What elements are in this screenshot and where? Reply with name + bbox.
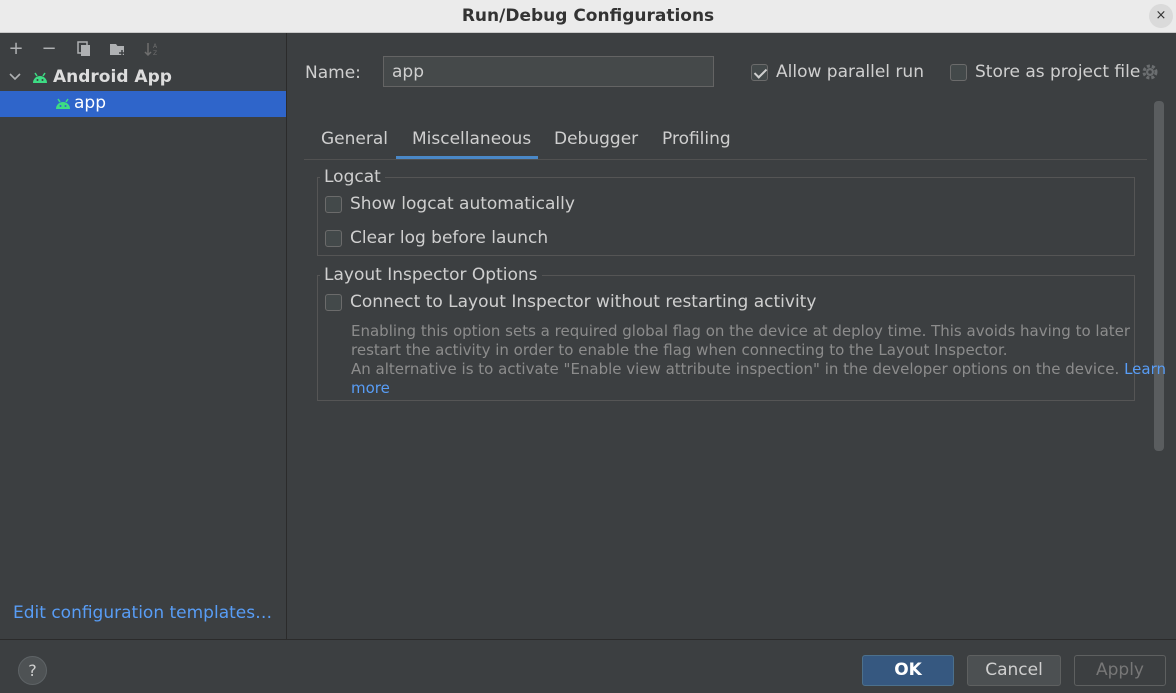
add-icon: + [8,38,24,59]
allow-parallel-run-checkbox[interactable] [751,64,768,81]
connect-layout-inspector-checkbox[interactable] [325,294,342,311]
configuration-editor: Name: Allow parallel run Store as projec… [288,33,1176,639]
copy-icon [77,41,90,56]
store-as-project-file-checkbox[interactable] [950,64,967,81]
allow-parallel-run-label[interactable]: Allow parallel run [776,62,924,82]
cancel-button[interactable]: Cancel [967,655,1061,686]
show-logcat-label[interactable]: Show logcat automatically [350,194,575,214]
gear-icon[interactable] [1141,63,1159,81]
sort-icon: A Z [144,43,158,57]
android-icon [56,98,70,109]
title-bar: Run/Debug Configurations × [0,0,1176,33]
dialog-footer: ? OK Cancel Apply [0,639,1176,693]
chevron-down-icon[interactable] [8,68,22,86]
learn-more-link[interactable]: Learn [1124,360,1166,378]
name-label: Name: [305,63,361,83]
tab-bar: General Miscellaneous Debugger Profiling [304,121,1147,160]
configurations-sidebar: + − A Z Android App app Edit configurati… [0,33,287,639]
tab-miscellaneous[interactable]: Miscellaneous [412,129,531,149]
learn-more-link-continued[interactable]: more [351,379,1131,398]
tree-item-app[interactable]: app [0,91,286,117]
sort-configurations-button[interactable]: A Z [141,37,163,61]
tree-group-android-app[interactable]: Android App [0,65,286,91]
tab-general[interactable]: General [321,129,388,149]
connect-layout-inspector-label[interactable]: Connect to Layout Inspector without rest… [350,292,816,312]
description-text: An alternative is to activate "Enable vi… [351,360,1120,378]
window-title: Run/Debug Configurations [461,6,715,26]
remove-icon: − [41,38,57,59]
sidebar-toolbar: + − A Z [0,33,286,65]
logcat-group-title: Logcat [320,167,385,187]
svg-text:A: A [153,43,158,50]
android-icon [33,72,47,83]
description-line-with-link: An alternative is to activate "Enable vi… [351,360,1166,379]
store-as-project-file-label[interactable]: Store as project file [975,62,1140,82]
layout-inspector-group-title: Layout Inspector Options [320,265,542,285]
tree-item-label: app [74,93,106,113]
description-line: restart the activity in order to enable … [351,341,1008,359]
copy-configuration-button[interactable] [73,37,95,61]
remove-configuration-button[interactable]: − [38,37,60,61]
clear-log-label[interactable]: Clear log before launch [350,228,548,248]
apply-button[interactable]: Apply [1074,655,1166,686]
name-input[interactable] [383,56,714,87]
clear-log-checkbox[interactable] [325,230,342,247]
vertical-scrollbar[interactable] [1154,101,1164,451]
help-button[interactable]: ? [18,656,47,685]
add-configuration-button[interactable]: + [5,37,27,61]
show-logcat-checkbox[interactable] [325,196,342,213]
tab-profiling[interactable]: Profiling [662,129,731,149]
close-button[interactable]: × [1149,4,1173,28]
tab-debugger[interactable]: Debugger [554,129,638,149]
edit-configuration-templates-link[interactable]: Edit configuration templates… [13,603,272,623]
ok-button[interactable]: OK [862,655,954,686]
layout-inspector-description: Enabling this option sets a required glo… [351,322,1166,398]
new-folder-icon [110,44,125,56]
svg-text:Z: Z [153,50,157,57]
tree-group-label: Android App [53,67,172,87]
active-tab-indicator [396,156,538,159]
description-line: Enabling this option sets a required glo… [351,322,1131,340]
new-folder-button[interactable] [107,37,129,61]
